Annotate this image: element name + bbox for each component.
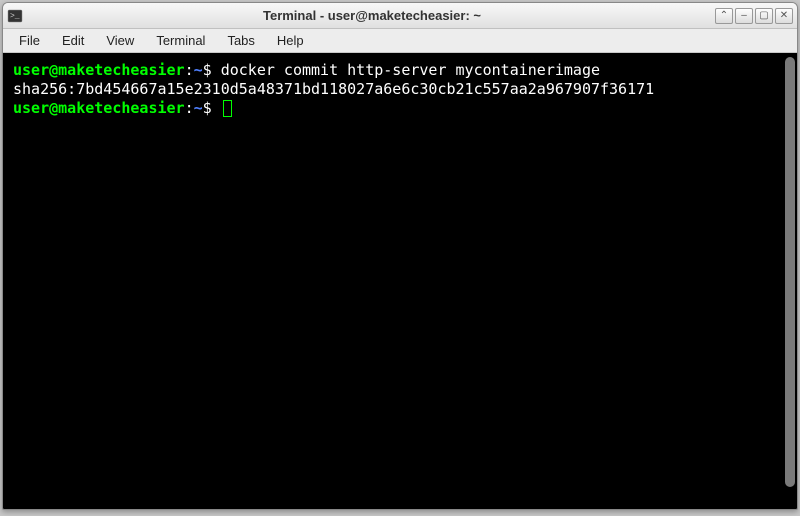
terminal-output-line: sha256:7bd454667a15e2310d5a48371bd118027… [13, 80, 787, 99]
command-0: docker commit http-server mycontainerima… [221, 61, 600, 79]
terminal-body[interactable]: user@maketecheasier:~$ docker commit htt… [3, 53, 797, 509]
terminal-app-icon: >_ [7, 8, 23, 24]
window-title: Terminal - user@maketecheasier: ~ [29, 8, 715, 23]
terminal-line: user@maketecheasier:~$ [13, 99, 787, 118]
menu-edit[interactable]: Edit [52, 31, 94, 50]
menu-view[interactable]: View [96, 31, 144, 50]
menu-terminal[interactable]: Terminal [146, 31, 215, 50]
menu-tabs[interactable]: Tabs [217, 31, 264, 50]
terminal-window: >_ Terminal - user@maketecheasier: ~ ⌃ –… [2, 2, 798, 510]
prompt-symbol: $ [203, 61, 212, 79]
prompt-sep: : [185, 61, 194, 79]
prompt-path: ~ [194, 99, 203, 117]
menubar: File Edit View Terminal Tabs Help [3, 29, 797, 53]
prompt-sep: : [185, 99, 194, 117]
prompt-symbol: $ [203, 99, 212, 117]
maximize-button[interactable]: ▢ [755, 8, 773, 24]
window-controls: ⌃ – ▢ ✕ [715, 8, 793, 24]
menu-help[interactable]: Help [267, 31, 314, 50]
terminal-line: user@maketecheasier:~$ docker commit htt… [13, 61, 787, 80]
menu-file[interactable]: File [9, 31, 50, 50]
svg-text:>_: >_ [10, 12, 20, 21]
command-text [212, 99, 232, 117]
prompt-user: user@maketecheasier [13, 99, 185, 117]
scrollbar-track[interactable] [785, 57, 795, 505]
command-text: docker commit http-server mycontainerima… [212, 61, 600, 79]
prompt-user: user@maketecheasier [13, 61, 185, 79]
scrollbar-thumb[interactable] [785, 57, 795, 487]
titlebar[interactable]: >_ Terminal - user@maketecheasier: ~ ⌃ –… [3, 3, 797, 29]
cursor-icon [223, 100, 232, 117]
close-button[interactable]: ✕ [775, 8, 793, 24]
prompt-path: ~ [194, 61, 203, 79]
up-button[interactable]: ⌃ [715, 8, 733, 24]
minimize-button[interactable]: – [735, 8, 753, 24]
